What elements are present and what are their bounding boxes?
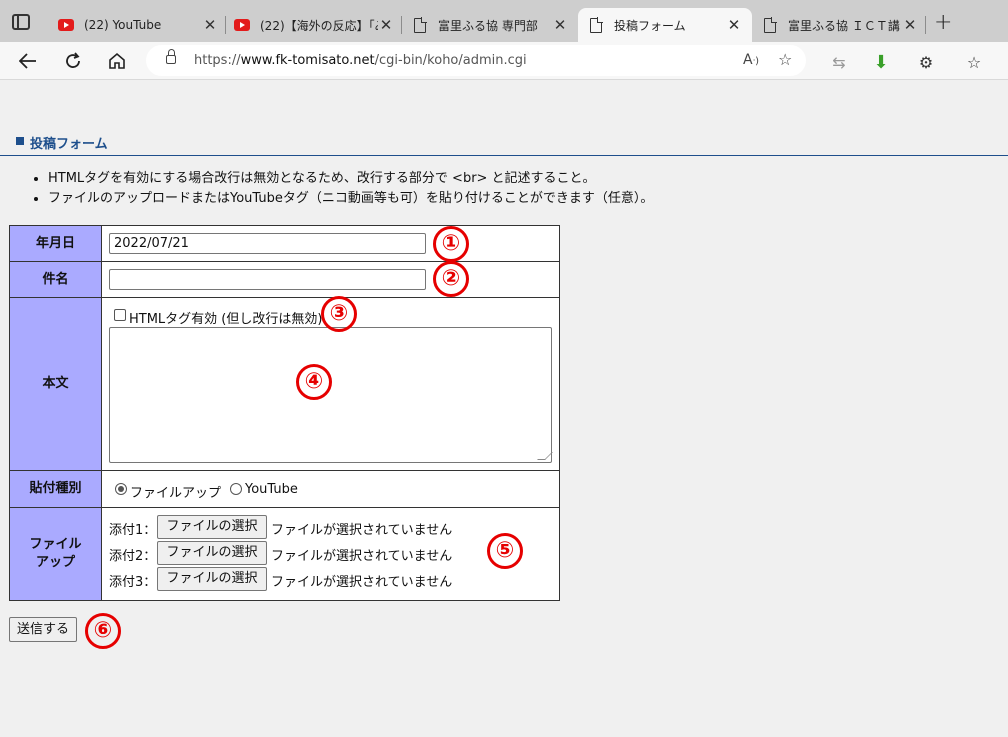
tab-youtube-video[interactable]: (22)【海外の反応】｢み ✕	[234, 8, 394, 42]
youtube-icon	[58, 17, 74, 33]
attachment-2-label: 添付2：	[109, 549, 157, 564]
annotation-marker-6: ⑥	[85, 613, 121, 649]
note-item: HTMLタグを有効にする場合改行は無効となるため、改行する部分で <br> と記…	[48, 169, 653, 189]
tab-title: (22) YouTube	[84, 18, 162, 32]
attachment-2-status: ファイルが選択されていません	[271, 549, 453, 564]
date-label: 年月日	[10, 226, 102, 261]
url-path: /cgi-bin/koho/admin.cgi	[374, 53, 527, 68]
close-icon[interactable]: ✕	[202, 16, 218, 34]
url-scheme: https://	[194, 53, 241, 68]
annotation-marker-3: ③	[321, 296, 357, 332]
attachment-3-label: 添付3：	[109, 575, 157, 590]
tab-separator	[401, 16, 402, 34]
tab-title: (22)【海外の反応】｢み	[260, 18, 378, 33]
page-title: 投稿フォーム	[30, 137, 108, 152]
download-extension-icon[interactable]: ⬇	[870, 51, 892, 73]
browser-toolbar: https://www.fk-tomisato.net/cgi-bin/koho…	[0, 42, 1008, 80]
post-form: 年月日 2022/07/21 件名 本文 HTMLタグ有効 (但し改行は無効) …	[9, 225, 560, 601]
tab-ict[interactable]: 富里ふる協 ＩＣＴ講 ✕	[762, 8, 918, 42]
annotation-marker-2: ②	[433, 261, 469, 297]
new-tab-button[interactable]: +	[934, 12, 952, 34]
tab-senmonbu[interactable]: 富里ふる協 専門部 ✕	[412, 8, 568, 42]
close-icon[interactable]: ✕	[902, 16, 918, 34]
attach-type-label: 貼付種別	[10, 471, 102, 507]
subject-input[interactable]	[109, 269, 426, 290]
lock-icon	[166, 49, 176, 64]
submit-button[interactable]: 送信する	[9, 617, 77, 642]
favorites-icon[interactable]: ☆	[963, 51, 985, 73]
tab-toukou-form[interactable]: 投稿フォーム ✕	[578, 8, 752, 42]
reload-icon	[66, 52, 80, 68]
tab-youtube[interactable]: (22) YouTube ✕	[58, 8, 218, 42]
url-domain: www.fk-tomisato.net	[240, 53, 375, 68]
close-icon[interactable]: ✕	[726, 16, 742, 34]
attachment-3-status: ファイルが選択されていません	[271, 575, 453, 590]
url-text[interactable]: https://www.fk-tomisato.net/cgi-bin/koho…	[194, 53, 527, 68]
home-button[interactable]	[106, 50, 128, 72]
address-bar[interactable]: https://www.fk-tomisato.net/cgi-bin/koho…	[146, 45, 806, 76]
annotation-marker-4: ④	[296, 364, 332, 400]
file-label-line1: ファイル	[29, 537, 82, 552]
radio-youtube[interactable]	[230, 483, 242, 495]
body-label: 本文	[10, 298, 102, 470]
radio-file-upload[interactable]	[115, 483, 127, 495]
choose-file-3-button[interactable]: ファイルの選択	[157, 567, 267, 591]
tab-separator	[925, 16, 926, 34]
choose-file-1-button[interactable]: ファイルの選択	[157, 515, 267, 539]
heading-square-icon	[16, 137, 24, 145]
subject-label: 件名	[10, 262, 102, 297]
radio-file-upload-label: ファイルアップ	[130, 486, 222, 501]
tab-title: 富里ふる協 ＩＣＴ講	[788, 18, 900, 33]
attachment-1-label: 添付1：	[109, 523, 157, 538]
tab-separator	[225, 16, 226, 34]
close-icon[interactable]: ✕	[552, 16, 568, 34]
page-heading: 投稿フォーム	[0, 133, 1008, 156]
attachment-1-status: ファイルが選択されていません	[271, 523, 453, 538]
youtube-icon	[234, 17, 250, 33]
page-icon	[412, 17, 428, 33]
tab-title: 富里ふる協 専門部	[438, 18, 538, 33]
choose-file-2-button[interactable]: ファイルの選択	[157, 541, 267, 565]
notes-list: HTMLタグを有効にする場合改行は無効となるため、改行する部分で <br> と記…	[48, 169, 653, 209]
tab-title: 投稿フォーム	[614, 18, 686, 33]
tab-actions-icon[interactable]	[12, 14, 30, 30]
back-arrow-icon	[19, 53, 36, 69]
html-tag-checkbox-label: HTMLタグ有効 (但し改行は無効)	[129, 312, 323, 327]
extension-icon[interactable]: ⇆	[828, 51, 850, 73]
date-input[interactable]: 2022/07/21	[109, 233, 426, 254]
note-item: ファイルのアップロードまたはYouTubeタグ（ニコ動画等も可）を貼り付けること…	[48, 189, 653, 209]
close-icon[interactable]: ✕	[378, 16, 394, 34]
reload-button[interactable]	[62, 50, 84, 72]
add-favorite-icon[interactable]: ☆	[778, 50, 792, 69]
html-tag-checkbox[interactable]	[114, 309, 126, 321]
file-label-line2: アップ	[35, 555, 75, 570]
page-icon	[762, 17, 778, 33]
tab-strip: (22) YouTube ✕ (22)【海外の反応】｢み ✕ 富里ふる協 専門部…	[0, 0, 1008, 42]
body-textarea[interactable]	[109, 327, 552, 463]
home-icon	[109, 52, 125, 69]
file-upload-label: ファイル アップ	[10, 508, 102, 600]
back-button[interactable]	[17, 50, 39, 72]
radio-youtube-label: YouTube	[245, 482, 298, 497]
read-aloud-icon[interactable]: Aᐧ)	[743, 52, 759, 68]
annotation-marker-5: ⑤	[487, 533, 523, 569]
page-icon	[588, 17, 604, 33]
extensions-puzzle-icon[interactable]: ⚙	[915, 51, 937, 73]
annotation-marker-1: ①	[433, 226, 469, 262]
